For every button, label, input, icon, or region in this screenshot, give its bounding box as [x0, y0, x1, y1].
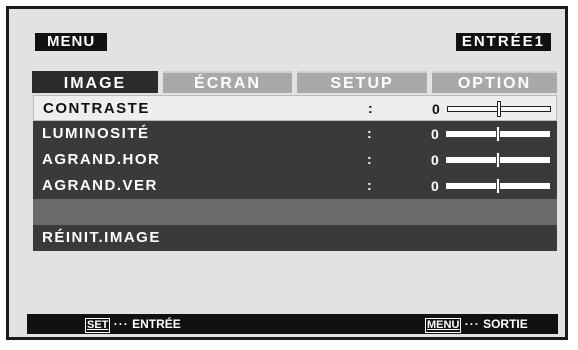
slider-thumb[interactable]	[496, 126, 500, 142]
row-label: AGRAND.VER	[42, 177, 158, 194]
row-agrand-hor[interactable]: AGRAND.HOR : 0	[33, 147, 557, 173]
row-separator: :	[367, 151, 372, 167]
menu-key-icon: MENU	[425, 318, 462, 333]
slider-thumb[interactable]	[496, 178, 500, 194]
help-exit: MENU ··· SORTIE	[425, 314, 528, 334]
slider-thumb[interactable]	[496, 152, 500, 168]
row-separator: :	[367, 177, 372, 193]
row-value: 0	[431, 152, 439, 168]
row-luminosite[interactable]: LUMINOSITÉ : 0	[33, 121, 557, 147]
help-dots: ···	[113, 317, 129, 331]
agrand-ver-slider[interactable]	[446, 178, 550, 194]
row-label: RÉINIT.IMAGE	[42, 229, 161, 246]
agrand-hor-slider[interactable]	[446, 152, 550, 168]
row-reset-image[interactable]: RÉINIT.IMAGE	[33, 225, 557, 251]
slider-thumb[interactable]	[497, 101, 501, 117]
row-label: LUMINOSITÉ	[42, 125, 150, 142]
help-bar: SET ··· ENTRÉE MENU ··· SORTIE	[27, 314, 558, 334]
row-label: AGRAND.HOR	[42, 151, 161, 168]
tab-image[interactable]: IMAGE	[32, 71, 158, 93]
tab-ecran[interactable]: ÉCRAN	[163, 71, 292, 93]
row-value: 0	[431, 178, 439, 194]
row-value: 0	[432, 101, 440, 117]
tab-setup[interactable]: SETUP	[297, 71, 427, 93]
settings-list: CONTRASTE : 0 LUMINOSITÉ : 0 AGRAND.HOR …	[33, 95, 557, 251]
row-label: CONTRASTE	[43, 100, 150, 117]
tab-bar: IMAGE ÉCRAN SETUP OPTION	[30, 71, 557, 93]
row-empty	[33, 199, 557, 225]
row-contraste[interactable]: CONTRASTE : 0	[33, 95, 557, 121]
row-agrand-ver[interactable]: AGRAND.VER : 0	[33, 173, 557, 199]
help-dots: ···	[464, 317, 480, 331]
row-value: 0	[431, 126, 439, 142]
help-enter-text: ENTRÉE	[132, 317, 181, 331]
tab-option[interactable]: OPTION	[432, 71, 557, 93]
help-enter: SET ··· ENTRÉE	[85, 314, 181, 334]
row-separator: :	[367, 125, 372, 141]
row-separator: :	[368, 100, 373, 116]
set-key-icon: SET	[85, 318, 111, 333]
input-source-label: ENTRÉE1	[455, 33, 551, 51]
luminosite-slider[interactable]	[446, 126, 550, 142]
menu-title: MENU	[35, 33, 108, 51]
help-exit-text: SORTIE	[483, 317, 528, 331]
contraste-slider[interactable]	[447, 101, 551, 117]
